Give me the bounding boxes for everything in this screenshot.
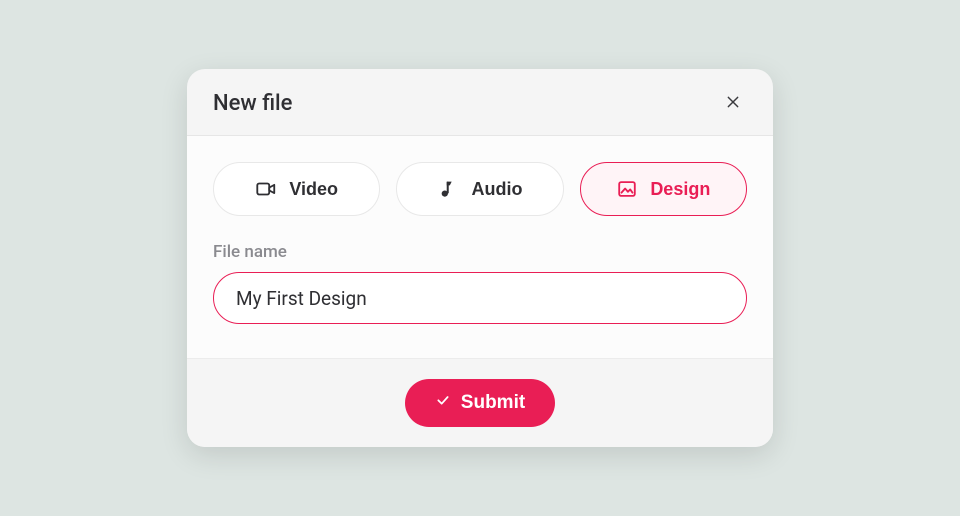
modal-title: New file <box>213 91 292 116</box>
close-icon <box>725 94 741 113</box>
modal-header: New file <box>187 69 773 136</box>
close-button[interactable] <box>719 89 747 117</box>
file-type-row: Video Audio <box>213 162 747 216</box>
music-icon <box>437 178 459 200</box>
modal-footer: Submit <box>187 358 773 447</box>
file-type-audio[interactable]: Audio <box>396 162 563 216</box>
submit-button[interactable]: Submit <box>405 379 555 427</box>
image-icon <box>616 178 638 200</box>
video-icon <box>255 178 277 200</box>
file-type-label: Video <box>289 179 338 200</box>
submit-label: Submit <box>461 392 525 414</box>
modal-body: Video Audio <box>187 136 773 358</box>
filename-input[interactable] <box>213 272 747 324</box>
check-icon <box>435 392 451 414</box>
filename-label: File name <box>213 242 747 262</box>
new-file-modal: New file Video <box>187 69 773 447</box>
file-type-design[interactable]: Design <box>580 162 747 216</box>
file-type-label: Audio <box>471 179 522 200</box>
file-type-label: Design <box>650 179 710 200</box>
file-type-video[interactable]: Video <box>213 162 380 216</box>
